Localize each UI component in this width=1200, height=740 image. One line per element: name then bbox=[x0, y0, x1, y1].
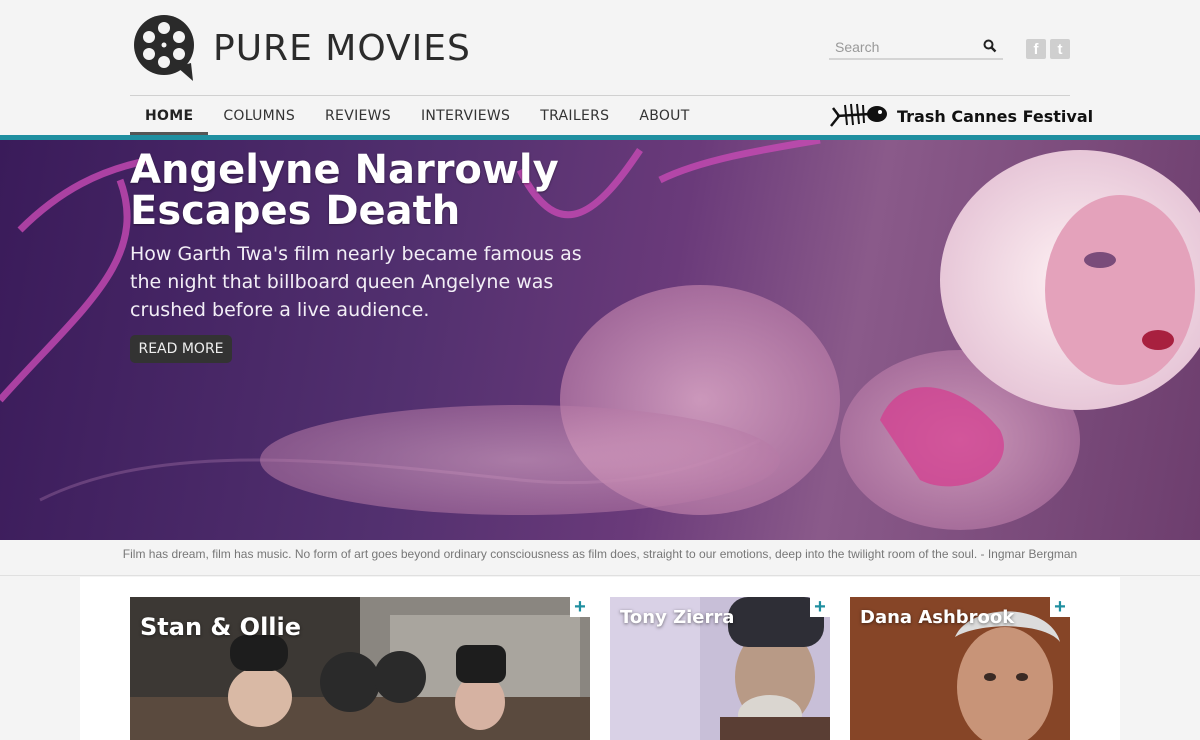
site-header: PURE MOVIES f t bbox=[0, 0, 1200, 96]
card-dana-ashbrook[interactable]: Dana Ashbrook bbox=[850, 597, 1070, 740]
card-title[interactable]: Stan & Ollie bbox=[140, 613, 301, 641]
twitter-icon[interactable]: t bbox=[1050, 39, 1070, 59]
nav-item-reviews[interactable]: REVIEWS bbox=[310, 96, 406, 136]
read-more-button[interactable]: READ MORE bbox=[130, 335, 232, 363]
card-tony-zierra[interactable]: Tony Zierra bbox=[610, 597, 830, 740]
film-reel-icon[interactable] bbox=[133, 13, 197, 83]
expand-plus-icon[interactable]: + bbox=[810, 597, 830, 617]
nav-item-interviews[interactable]: INTERVIEWS bbox=[406, 96, 525, 136]
expand-plus-icon[interactable]: + bbox=[1050, 597, 1070, 617]
festival-label: Trash Cannes Festival bbox=[897, 106, 1094, 126]
nav-item-home[interactable]: HOME bbox=[130, 96, 209, 136]
search-input[interactable] bbox=[829, 36, 977, 58]
hero-banner[interactable]: Angelyne Narrowly Escapes Death How Gart… bbox=[0, 140, 1200, 540]
hero-title[interactable]: Angelyne Narrowly Escapes Death bbox=[130, 150, 610, 232]
search-box bbox=[829, 36, 1003, 60]
card-title[interactable]: Dana Ashbrook bbox=[860, 607, 1014, 628]
quote-bar: Film has dream, film has music. No form … bbox=[0, 540, 1200, 576]
fish-skeleton-icon bbox=[830, 103, 887, 127]
facebook-icon[interactable]: f bbox=[1026, 39, 1046, 59]
search-button[interactable] bbox=[977, 36, 1003, 58]
nav-item-about[interactable]: ABOUT bbox=[624, 96, 704, 136]
nav-item-columns[interactable]: COLUMNS bbox=[208, 96, 310, 136]
hero-subtitle: How Garth Twa's film nearly became famou… bbox=[130, 243, 582, 321]
trash-cannes-festival-link[interactable]: Trash Cannes Festival bbox=[829, 100, 1093, 132]
search-icon bbox=[983, 39, 997, 53]
card-title[interactable]: Tony Zierra bbox=[620, 607, 734, 628]
site-logo-text[interactable]: PURE MOVIES bbox=[213, 28, 471, 69]
main-nav: HOME COLUMNS REVIEWS INTERVIEWS TRAILERS… bbox=[130, 96, 705, 136]
expand-plus-icon[interactable]: + bbox=[570, 597, 590, 617]
card-stan-and-ollie[interactable]: Stan & Ollie bbox=[130, 597, 590, 740]
nav-item-trailers[interactable]: TRAILERS bbox=[525, 96, 624, 136]
